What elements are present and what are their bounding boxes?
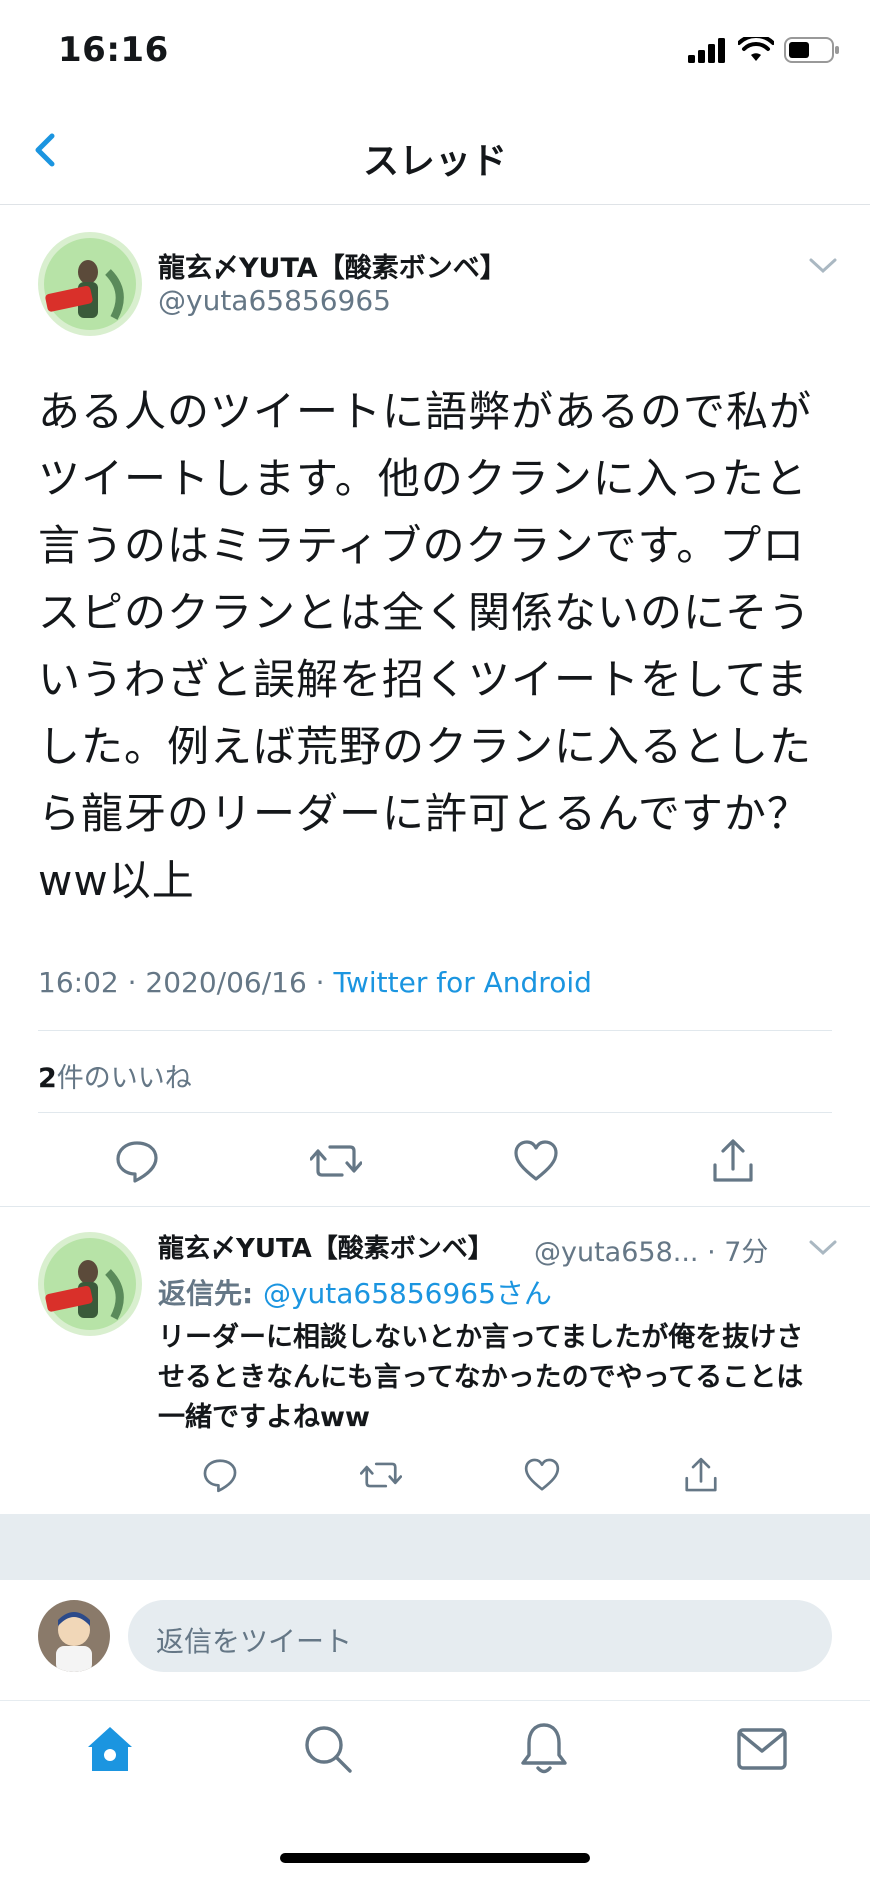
likes-label: 件のいいね [56,1063,192,1094]
author-handle[interactable]: @yuta65856965 [158,284,391,317]
likes-count: 2 [38,1063,57,1094]
reply-to: 返信先: @yuta65856965さん [158,1272,552,1312]
chevron-down-icon[interactable] [808,1238,838,1258]
thread-end-separator [0,1514,870,1580]
reply-author-name[interactable]: 龍玄〆YUTA【酸素ボンベ】 [158,1228,494,1265]
like-icon[interactable] [512,1137,560,1185]
reply-input-placeholder: 返信をツイート [156,1625,353,1658]
tweet-actions [38,1130,832,1192]
nav-bar: スレッド [0,100,870,205]
reply-to-label: 返信先: [158,1277,263,1310]
page-title: スレッド [362,141,507,182]
retweet-icon[interactable] [359,1456,402,1494]
divider [0,1206,870,1207]
share-icon[interactable] [709,1137,757,1185]
my-avatar[interactable] [38,1600,110,1672]
like-icon[interactable] [523,1456,561,1494]
status-icons [688,36,840,64]
my-avatar-image [38,1600,110,1672]
avatar-image [38,1232,142,1336]
search-icon[interactable] [302,1723,354,1775]
tweet-timestamp: 16:02 · 2020/06/16 · [38,966,334,999]
avatar[interactable] [38,232,142,336]
wifi-icon [738,37,774,61]
messages-icon[interactable] [736,1727,788,1771]
tweet-text: ある人のツイートに語弊があるので私がツイートします。他のクランに入ったと言うのは… [38,387,813,905]
reply-icon[interactable] [201,1456,239,1494]
reply-text: リーダーに相談しないとか言ってましたが俺を抜けさせるときなんにも言ってなかったの… [158,1322,804,1433]
status-time: 16:16 [58,30,169,70]
reply-to-handle[interactable]: @yuta65856965さん [263,1277,552,1310]
likes-summary[interactable]: 2件のいいね [38,1056,192,1095]
reply-actions [140,1452,780,1498]
reply-icon[interactable] [113,1137,161,1185]
tab-bar [0,1700,870,1801]
retweet-icon[interactable] [310,1137,363,1185]
share-icon[interactable] [682,1456,720,1494]
notifications-icon[interactable] [518,1721,570,1777]
home-indicator[interactable] [280,1853,590,1863]
battery-icon [784,37,839,63]
tweet-source-link[interactable]: Twitter for Android [333,966,591,999]
reply-handle-time[interactable]: @yuta658... · 7分 [534,1230,768,1269]
signal-icon [688,38,725,63]
home-icon[interactable] [84,1723,136,1775]
reply-avatar[interactable] [38,1232,142,1336]
divider [38,1030,832,1031]
author-name[interactable]: 龍玄〆YUTA【酸素ボンベ】 [158,246,507,285]
tweet-meta: 16:02 · 2020/06/16 · Twitter for Android [38,966,592,999]
divider [38,1112,832,1113]
avatar-image [38,232,142,336]
chevron-down-icon[interactable] [808,256,838,276]
